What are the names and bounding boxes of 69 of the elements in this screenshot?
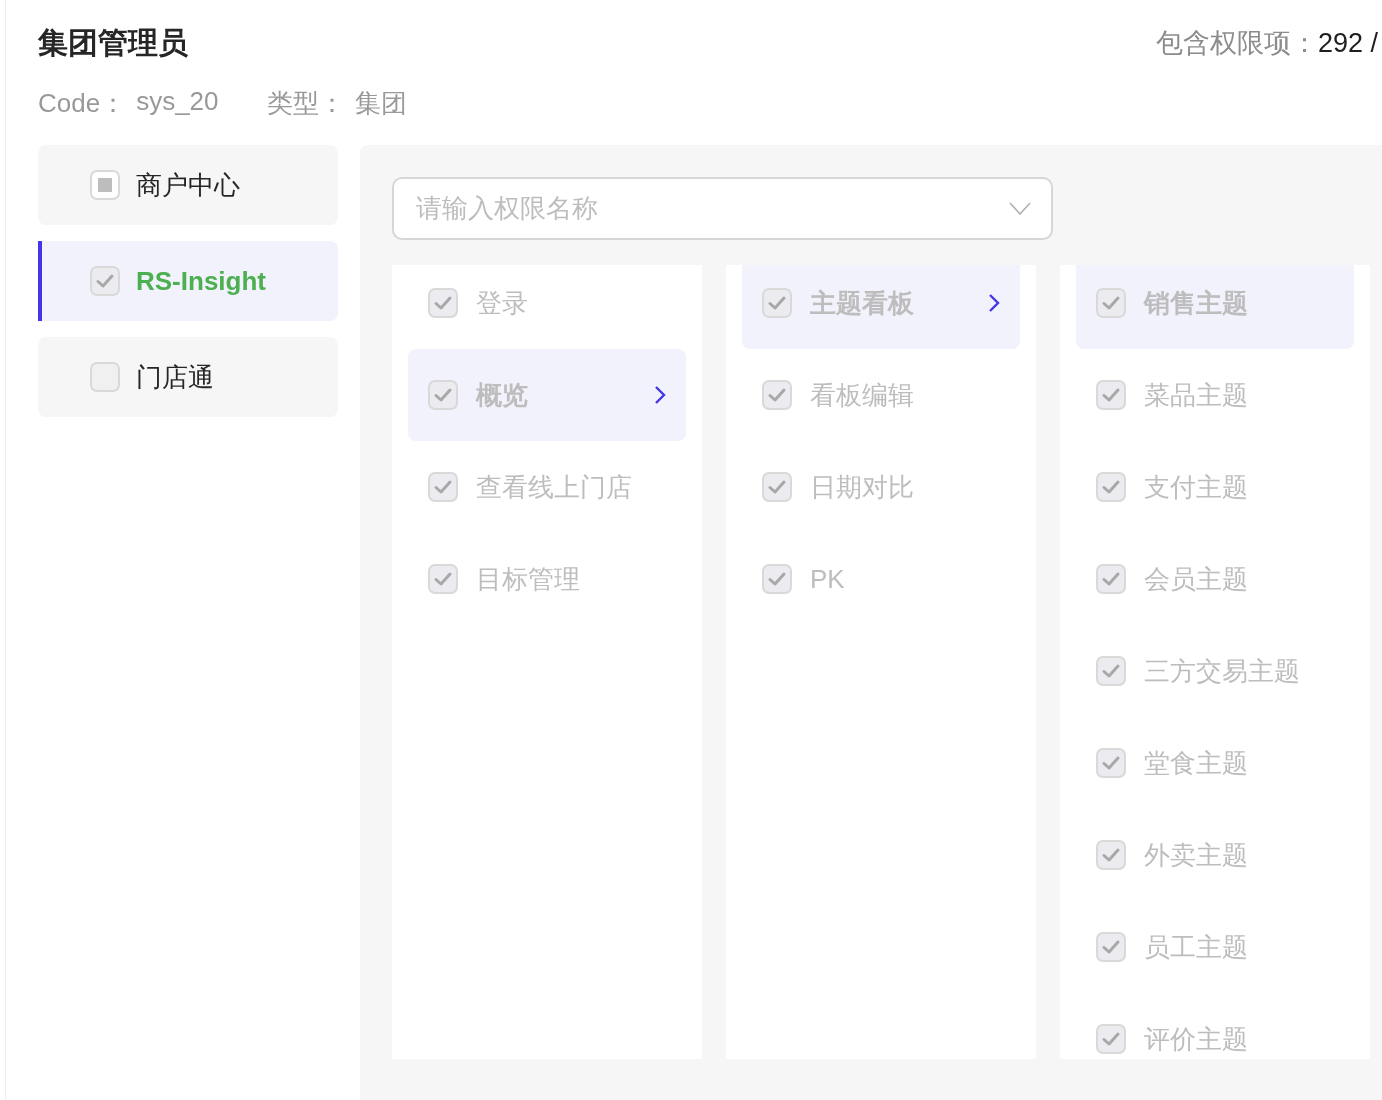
checkbox[interactable]	[1096, 472, 1126, 502]
permission-label: 菜品主题	[1144, 378, 1249, 412]
permission-label: 三方交易主题	[1144, 654, 1301, 688]
permission-label: 主题看板	[810, 286, 915, 320]
permission-label: 外卖主题	[1144, 838, 1249, 872]
checkbox[interactable]	[90, 266, 120, 296]
checkbox[interactable]	[428, 288, 458, 318]
permission-item[interactable]: 登录	[408, 265, 686, 349]
permission-item[interactable]: 概览	[408, 349, 686, 441]
app-label: 商户中心	[136, 168, 240, 202]
checkbox[interactable]	[762, 288, 792, 318]
permission-item[interactable]: 支付主题	[1076, 441, 1354, 533]
permission-item[interactable]: 销售主题	[1076, 265, 1354, 349]
app-label: RS-Insight	[136, 265, 266, 297]
permission-label: 日期对比	[810, 470, 915, 504]
permission-label: 销售主题	[1144, 286, 1249, 320]
checkbox[interactable]	[428, 472, 458, 502]
code-label: Code：	[38, 87, 127, 120]
permission-item[interactable]: 菜品主题	[1076, 349, 1354, 441]
count-value: 292 /	[1317, 28, 1378, 58]
permission-item[interactable]: 三方交易主题	[1076, 625, 1354, 717]
search-field[interactable]: 请输入权限名称	[392, 177, 1053, 240]
permission-item[interactable]: 员工主题	[1076, 901, 1354, 993]
app-label: 门店通	[136, 360, 214, 394]
permission-item[interactable]: 堂食主题	[1076, 717, 1354, 809]
checkbox[interactable]	[1096, 840, 1126, 870]
permission-item[interactable]: PK	[742, 533, 1020, 625]
checkbox[interactable]	[762, 472, 792, 502]
count-label: 包含权限项：	[1155, 28, 1318, 58]
type-value: 集团	[354, 87, 407, 120]
checkbox[interactable]	[90, 170, 120, 200]
permission-item[interactable]: 目标管理	[408, 533, 686, 625]
permission-label: 查看线上门店	[476, 470, 633, 504]
checkbox[interactable]	[1096, 380, 1126, 410]
permission-item[interactable]: 评价主题	[1076, 993, 1354, 1059]
permission-label: 概览	[476, 378, 529, 412]
app-item[interactable]: 门店通	[38, 337, 338, 417]
checkbox[interactable]	[1096, 656, 1126, 686]
role-title: 集团管理员	[38, 24, 188, 61]
checkbox[interactable]	[1096, 932, 1126, 962]
permission-item[interactable]: 主题看板	[742, 265, 1020, 349]
checkbox[interactable]	[90, 362, 120, 392]
permission-label: 评价主题	[1144, 1022, 1249, 1056]
checkbox[interactable]	[762, 564, 792, 594]
checkbox[interactable]	[1096, 288, 1126, 318]
permission-label: 堂食主题	[1144, 746, 1249, 780]
permission-item[interactable]: 看板编辑	[742, 349, 1020, 441]
permission-label: 登录	[476, 286, 529, 320]
checkbox[interactable]	[1096, 564, 1126, 594]
app-item[interactable]: RS-Insight	[38, 241, 338, 321]
chevron-down-icon	[1009, 202, 1031, 216]
permission-label: 会员主题	[1144, 562, 1249, 596]
app-item[interactable]: 商户中心	[38, 145, 338, 225]
type-label: 类型：	[266, 87, 345, 120]
permission-item[interactable]: 日期对比	[742, 441, 1020, 533]
permission-item[interactable]: 外卖主题	[1076, 809, 1354, 901]
permission-item[interactable]: 查看线上门店	[408, 441, 686, 533]
permission-label: 支付主题	[1144, 470, 1249, 504]
code-value: sys_20	[136, 86, 219, 118]
permission-label: 看板编辑	[810, 378, 915, 412]
permission-label: 员工主题	[1144, 930, 1249, 964]
permission-label: PK	[810, 563, 846, 595]
checkbox[interactable]	[1096, 748, 1126, 778]
checkbox[interactable]	[428, 564, 458, 594]
checkbox[interactable]	[1096, 1024, 1126, 1054]
permission-item[interactable]: 会员主题	[1076, 533, 1354, 625]
checkbox[interactable]	[428, 380, 458, 410]
permission-label: 目标管理	[476, 562, 581, 596]
checkbox[interactable]	[762, 380, 792, 410]
